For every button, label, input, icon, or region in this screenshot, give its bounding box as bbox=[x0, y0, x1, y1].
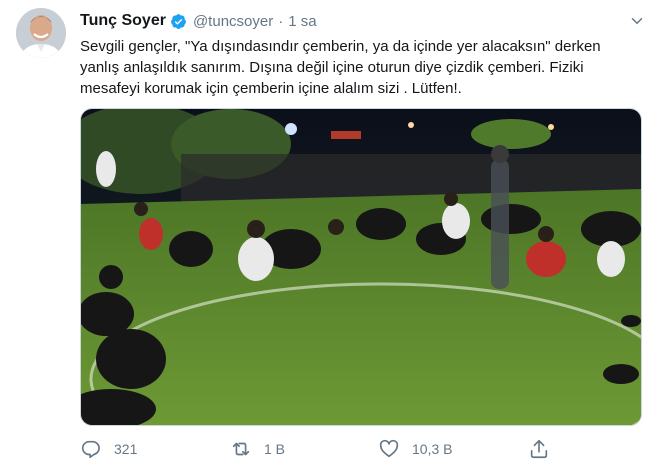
reply-count: 321 bbox=[114, 441, 138, 457]
tweet-text-line: Sevgili gençler, "Ya dışındasındır çembe… bbox=[80, 38, 601, 55]
tweet-header: Tunç Soyer @tuncsoyer · 1 sa bbox=[80, 10, 317, 32]
author-handle[interactable]: @tuncsoyer bbox=[193, 13, 273, 30]
like-action[interactable]: 10,3 B bbox=[378, 436, 452, 462]
share-icon bbox=[530, 439, 548, 459]
retweet-action[interactable]: 1 B bbox=[230, 436, 285, 462]
verified-badge-icon bbox=[171, 13, 186, 29]
tweet-card: Tunç Soyer @tuncsoyer · 1 sa Sevgili gen… bbox=[0, 0, 660, 470]
retweet-icon bbox=[232, 442, 250, 456]
avatar-image bbox=[16, 8, 66, 58]
avatar[interactable] bbox=[16, 8, 66, 58]
retweet-count: 1 B bbox=[264, 441, 286, 457]
tweet-timestamp[interactable]: 1 sa bbox=[288, 13, 316, 30]
tweet-actions: 321 1 B 10,3 B bbox=[80, 436, 640, 462]
park-crowd-photo bbox=[81, 109, 641, 425]
tweet-text-line: mesafeyi korumak için çemberin içine ala… bbox=[80, 80, 462, 97]
like-count: 10,3 B bbox=[412, 441, 453, 457]
share-action[interactable] bbox=[528, 436, 550, 462]
separator-dot: · bbox=[278, 12, 284, 30]
tweet-photo[interactable] bbox=[80, 108, 642, 426]
chevron-down-icon[interactable] bbox=[628, 12, 646, 30]
reply-icon bbox=[81, 440, 100, 459]
heart-icon bbox=[379, 439, 399, 458]
tweet-text-line: yanlış anlaşıldık sanırım. Dışına değil … bbox=[80, 59, 584, 76]
tweet-text: Sevgili gençler, "Ya dışındasındır çembe… bbox=[80, 36, 640, 99]
reply-action[interactable]: 321 bbox=[80, 436, 137, 462]
author-name[interactable]: Tunç Soyer bbox=[80, 12, 166, 30]
